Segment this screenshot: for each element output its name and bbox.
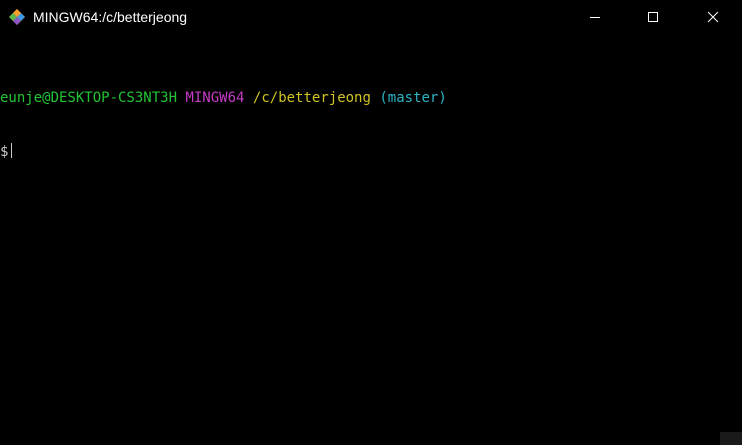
scrollbar-thumb[interactable] <box>720 36 742 445</box>
text-cursor <box>11 143 13 158</box>
close-button[interactable] <box>690 0 736 34</box>
input-line[interactable]: $ <box>0 143 720 161</box>
close-icon <box>707 11 719 23</box>
resize-grip[interactable] <box>720 432 742 445</box>
prompt-path: /c/betterjeong <box>252 90 371 106</box>
title-bar[interactable]: MINGW64:/c/betterjeong <box>0 0 742 34</box>
prompt-system: MINGW64 <box>185 90 245 106</box>
prompt-symbol: $ <box>0 144 9 160</box>
minimize-button[interactable] <box>572 0 618 34</box>
prompt-user-host: eunje@DESKTOP-CS3NT3H <box>0 90 178 106</box>
maximize-icon <box>648 12 658 22</box>
vertical-scrollbar[interactable] <box>720 36 742 445</box>
terminal-output[interactable]: eunje@DESKTOP-CS3NT3H MINGW64 /c/betterj… <box>0 53 720 445</box>
window-title: MINGW64:/c/betterjeong <box>33 9 188 25</box>
prompt-branch: (master) <box>379 90 447 106</box>
maximize-button[interactable] <box>630 0 676 34</box>
git-bash-icon <box>8 8 26 26</box>
minimize-icon <box>590 17 600 18</box>
terminal-window: MINGW64:/c/betterjeong eunje@DESKTOP-CS3… <box>0 0 742 445</box>
prompt-line: eunje@DESKTOP-CS3NT3H MINGW64 /c/betterj… <box>0 89 720 107</box>
